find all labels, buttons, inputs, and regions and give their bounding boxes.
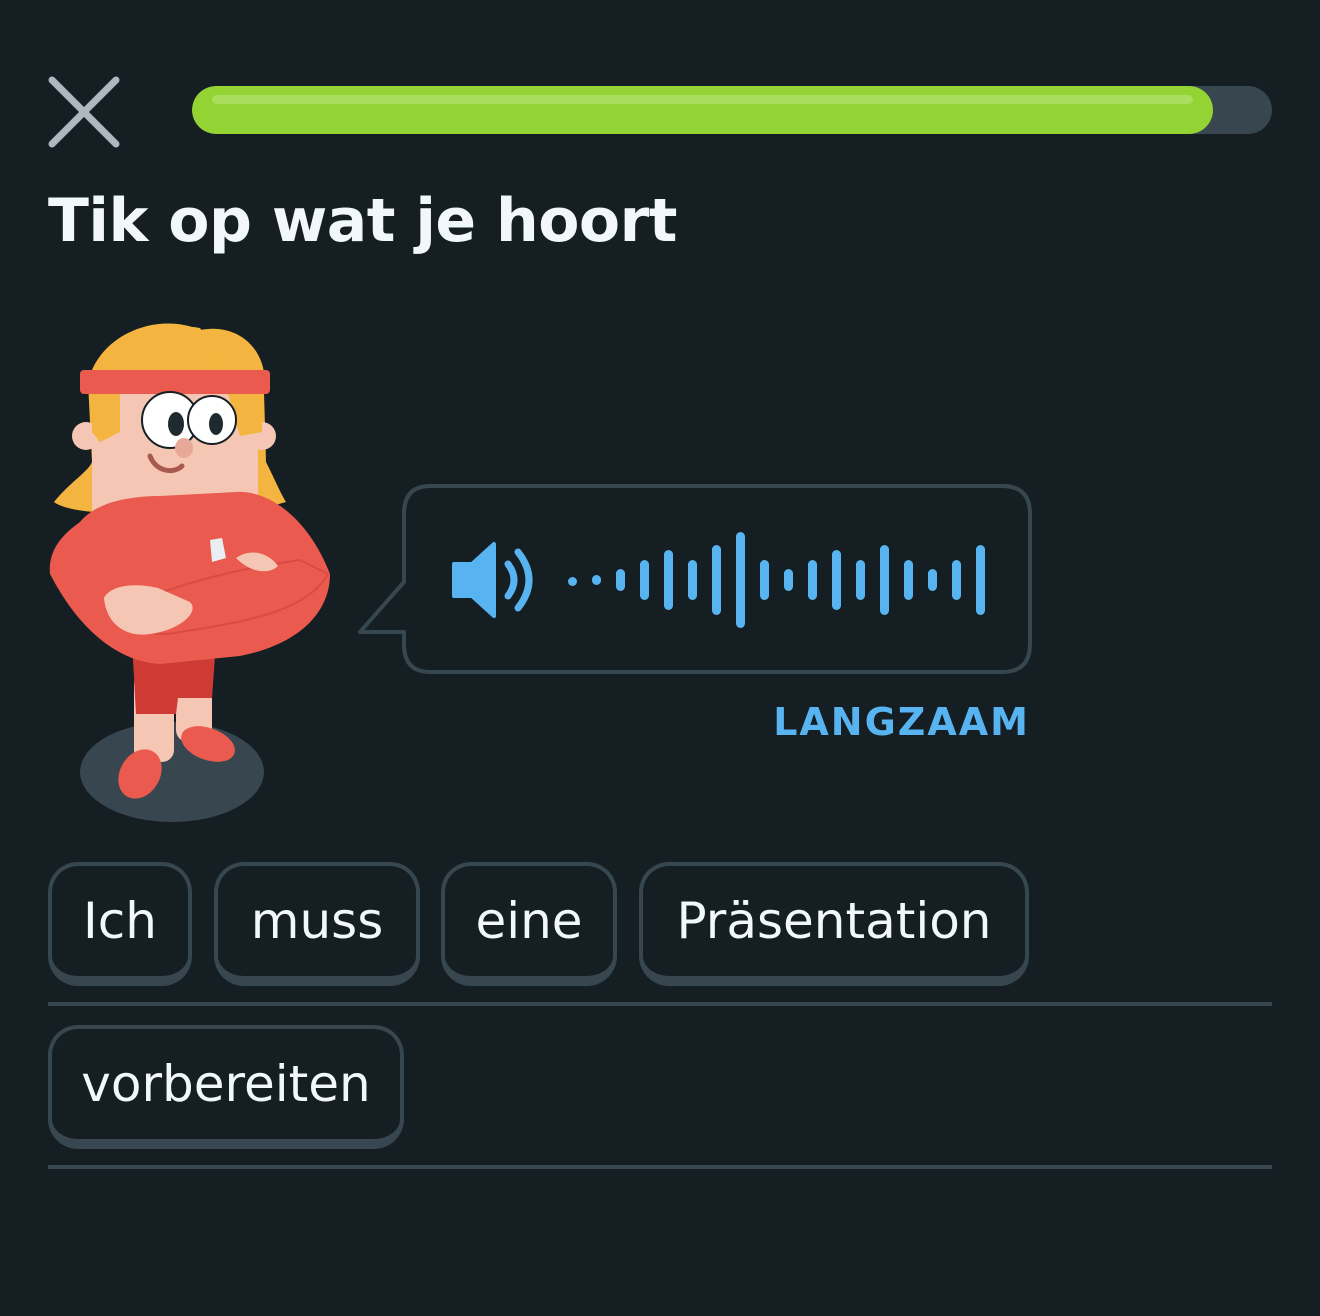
speaker-icon [452, 542, 533, 618]
waveform-bar [904, 560, 913, 600]
play-audio-button[interactable] [440, 520, 1081, 640]
close-button[interactable] [44, 72, 124, 152]
waveform-bar [928, 569, 937, 591]
waveform-bar [976, 545, 985, 615]
word-tile[interactable]: vorbereiten [48, 1025, 404, 1149]
character-headband [80, 370, 270, 394]
waveform-bar [880, 545, 889, 615]
answer-line-2 [48, 1165, 1272, 1169]
word-tile[interactable]: Ich [48, 862, 192, 986]
waveform-bar [784, 569, 793, 591]
word-tile[interactable]: eine [441, 862, 617, 986]
word-tile[interactable]: muss [214, 862, 420, 986]
waveform-bar [760, 560, 769, 600]
waveform-bar [640, 560, 649, 600]
character-illustration [49, 323, 330, 822]
waveform-icon [568, 532, 1081, 628]
slow-audio-button[interactable]: LANGZAAM [760, 700, 1030, 744]
waveform-bar [736, 532, 745, 628]
waveform-bar [568, 577, 577, 586]
close-icon [48, 76, 120, 148]
exercise-title: Tik op wat je hoort [48, 186, 677, 256]
waveform-bar [808, 560, 817, 600]
waveform-bar [712, 545, 721, 615]
answer-line-1 [48, 1002, 1272, 1006]
progress-bar-shine [212, 95, 1193, 104]
waveform-bar [832, 550, 841, 610]
waveform-bar [592, 575, 601, 585]
waveform-bar [616, 569, 625, 591]
progress-bar-fill [192, 86, 1213, 134]
waveform-bar [856, 560, 865, 600]
waveform-bar [664, 550, 673, 610]
progress-bar [192, 86, 1272, 134]
waveform-bar [688, 560, 697, 600]
waveform-bar [952, 560, 961, 600]
word-tile[interactable]: Präsentation [639, 862, 1029, 986]
